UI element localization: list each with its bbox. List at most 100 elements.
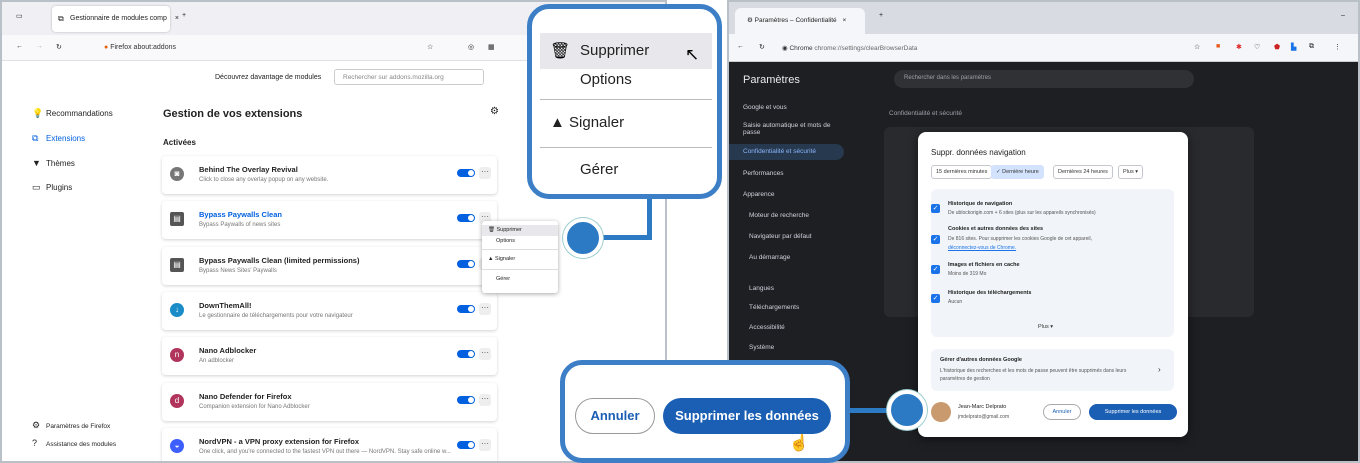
extension-toggle[interactable] bbox=[457, 169, 475, 177]
extension-card[interactable]: ◙ Behind The Overlay Revival Click to cl… bbox=[162, 156, 497, 194]
forward-icon[interactable]: → bbox=[36, 43, 43, 50]
item-desc: Aucun bbox=[948, 299, 963, 305]
sidebar-item[interactable]: Accessibilité bbox=[749, 324, 785, 331]
extension-card[interactable]: ◒ NordVPN - a VPN proxy extension for Fi… bbox=[162, 428, 497, 461]
settings-search-input[interactable]: Rechercher dans les paramètres bbox=[894, 70, 1194, 88]
account-icon[interactable]: ◎ bbox=[468, 43, 474, 51]
bookmark-star-icon[interactable]: ☆ bbox=[1194, 43, 1200, 51]
extension-toggle[interactable] bbox=[457, 305, 475, 313]
sidebar-item[interactable]: Navigateur par défaut bbox=[749, 233, 812, 240]
bookmark-star-icon[interactable]: ☆ bbox=[427, 43, 433, 51]
sidebar-item[interactable]: Google et vous bbox=[743, 104, 787, 111]
zoom-delete-data-button[interactable]: Supprimer les données bbox=[663, 398, 831, 434]
trash-icon: 🗑 bbox=[488, 227, 495, 233]
checkbox[interactable]: ✓ bbox=[931, 294, 940, 303]
more-options-button[interactable]: ··· bbox=[479, 167, 491, 179]
more-button[interactable]: Plus ▾ bbox=[1038, 324, 1053, 330]
sidebar-item-plugins[interactable]: ▭ Plugins bbox=[32, 182, 72, 193]
zoom-menu-item-delete[interactable]: 🗑 Supprimer ↖ bbox=[540, 33, 712, 69]
checkbox[interactable]: ✓ bbox=[931, 265, 940, 274]
extensions-icon[interactable]: ▦ bbox=[488, 43, 495, 51]
sidebar-label: Recommandations bbox=[46, 109, 113, 118]
sidebar-item-extensions[interactable]: ⧉ Extensions bbox=[32, 133, 85, 144]
url-bar[interactable]: ◉ Chrome chrome://settings/clearBrowserD… bbox=[774, 39, 1189, 57]
extension-toggle[interactable] bbox=[457, 260, 475, 268]
sign-out-link[interactable]: déconnectez-vous de Chrome. bbox=[948, 245, 1016, 251]
sidebar-item[interactable]: Langues bbox=[749, 285, 774, 292]
sidebar-item[interactable]: Système bbox=[749, 344, 774, 351]
extension-card[interactable]: ▤ Bypass Paywalls Clean (limited permiss… bbox=[162, 247, 497, 285]
sidebar-item-privacy[interactable]: Confidentialité et sécurité bbox=[743, 148, 816, 155]
extension-name: DownThemAll! bbox=[199, 301, 252, 310]
reload-icon[interactable]: ↻ bbox=[56, 43, 62, 51]
url-bar[interactable]: ● Firefox about:addons bbox=[94, 39, 494, 57]
gear-icon: ⚙ bbox=[32, 420, 41, 430]
extension-toggle[interactable] bbox=[457, 350, 475, 358]
addons-support-link[interactable]: ? Assistance des modules bbox=[32, 438, 116, 448]
checkbox[interactable]: ✓ bbox=[931, 204, 940, 213]
extension-card[interactable]: d Nano Defender for Firefox Companion ex… bbox=[162, 383, 497, 421]
shield-icon[interactable]: ⬟ bbox=[1274, 43, 1280, 51]
menu-item-delete[interactable]: 🗑 Supprimer bbox=[482, 225, 558, 236]
back-icon[interactable]: ← bbox=[737, 43, 744, 50]
extension-icon[interactable]: ■ bbox=[1216, 43, 1220, 50]
menu-divider bbox=[540, 147, 712, 148]
close-tab-icon[interactable]: × bbox=[842, 17, 846, 24]
reload-icon[interactable]: ↻ bbox=[759, 43, 765, 51]
extension-card[interactable]: ↓ DownThemAll! Le gestionnaire de téléch… bbox=[162, 292, 497, 330]
menu-icon[interactable]: ⋮ bbox=[1334, 43, 1341, 51]
extension-name: Nano Defender for Firefox bbox=[199, 392, 292, 401]
firefox-tab-addons[interactable]: ⧉ Gestionnaire de modules comp × bbox=[52, 6, 179, 32]
extension-card[interactable]: ▤ Bypass Paywalls Clean Bypass Paywalls … bbox=[162, 201, 497, 239]
chrome-toolbar: ← ↻ ◉ Chrome chrome://settings/clearBrow… bbox=[729, 34, 1358, 62]
time-chip-more[interactable]: Plus ▾ bbox=[1118, 165, 1143, 179]
chrome-tab-settings[interactable]: ⚙ Paramètres – Confidentialité × bbox=[735, 8, 865, 34]
delete-data-button[interactable]: Supprimer les données bbox=[1089, 404, 1177, 420]
extension-card[interactable]: n Nano Adblocker An adblocker ··· bbox=[162, 337, 497, 375]
more-options-button[interactable]: ··· bbox=[479, 348, 491, 360]
sidebar-item[interactable]: Performances bbox=[743, 170, 783, 177]
sidebar-item[interactable]: Au démarrage bbox=[749, 254, 790, 261]
menu-item-manage[interactable]: Gérer bbox=[496, 276, 510, 282]
zoom-menu-item-options[interactable]: Options bbox=[580, 71, 632, 88]
extension-desc: Le gestionnaire de téléchargements pour … bbox=[199, 313, 353, 319]
sidebar-item[interactable]: Moteur de recherche bbox=[749, 212, 809, 219]
sidebar-item[interactable]: Apparence bbox=[743, 191, 774, 198]
extension-icon[interactable]: ✱ bbox=[1236, 43, 1242, 51]
firefox-view-icon[interactable]: ▭ bbox=[16, 12, 23, 20]
extension-icon[interactable]: ▙ bbox=[1291, 43, 1296, 51]
checkbox[interactable]: ✓ bbox=[931, 235, 940, 244]
sidebar-item-themes[interactable]: ▼ Thèmes bbox=[32, 158, 75, 168]
time-chip[interactable]: 15 dernières minutes bbox=[931, 165, 993, 179]
minimize-icon[interactable]: – bbox=[1341, 12, 1345, 19]
sidebar-item[interactable]: Téléchargements bbox=[749, 304, 799, 311]
more-options-button[interactable]: ··· bbox=[479, 439, 491, 451]
more-options-button[interactable]: ··· bbox=[479, 394, 491, 406]
trash-icon: 🗑 bbox=[550, 43, 571, 60]
sidebar-item-recommendations[interactable]: 💡 Recommandations bbox=[32, 108, 113, 119]
addons-search-input[interactable]: Rechercher sur addons.mozilla.org bbox=[334, 69, 484, 85]
new-tab-button[interactable]: + bbox=[879, 12, 883, 19]
sidebar-item[interactable]: Saisie automatique et mots de passe bbox=[743, 122, 833, 136]
menu-item-options[interactable]: Options bbox=[496, 238, 515, 244]
extension-toggle[interactable] bbox=[457, 441, 475, 449]
chrome-logo-icon: ◉ bbox=[782, 45, 788, 52]
zoom-menu-item-report[interactable]: ▲ Signaler bbox=[550, 114, 624, 131]
zoom-menu-item-manage[interactable]: Gérer bbox=[580, 161, 618, 178]
menu-item-report[interactable]: ▲ Signaler bbox=[488, 256, 515, 262]
back-icon[interactable]: ← bbox=[16, 43, 23, 50]
more-options-button[interactable]: ··· bbox=[479, 303, 491, 315]
close-tab-icon[interactable]: × bbox=[175, 15, 179, 22]
time-chip-selected[interactable]: ✓ Dernière heure bbox=[991, 165, 1044, 179]
time-chip[interactable]: Dernières 24 heures bbox=[1053, 165, 1113, 179]
puzzle-icon[interactable]: ⧉ bbox=[1309, 43, 1314, 51]
zoom-cancel-button[interactable]: Annuler bbox=[575, 398, 655, 434]
settings-gear-icon[interactable]: ⚙ bbox=[490, 106, 499, 117]
firefox-settings-link[interactable]: ⚙ Paramètres de Firefox bbox=[32, 420, 110, 431]
extension-toggle[interactable] bbox=[457, 214, 475, 222]
cancel-button[interactable]: Annuler bbox=[1043, 404, 1081, 420]
new-tab-button[interactable]: + bbox=[182, 12, 186, 19]
menu-divider bbox=[482, 269, 558, 270]
extension-toggle[interactable] bbox=[457, 396, 475, 404]
extension-icon[interactable]: ♡ bbox=[1254, 43, 1260, 51]
